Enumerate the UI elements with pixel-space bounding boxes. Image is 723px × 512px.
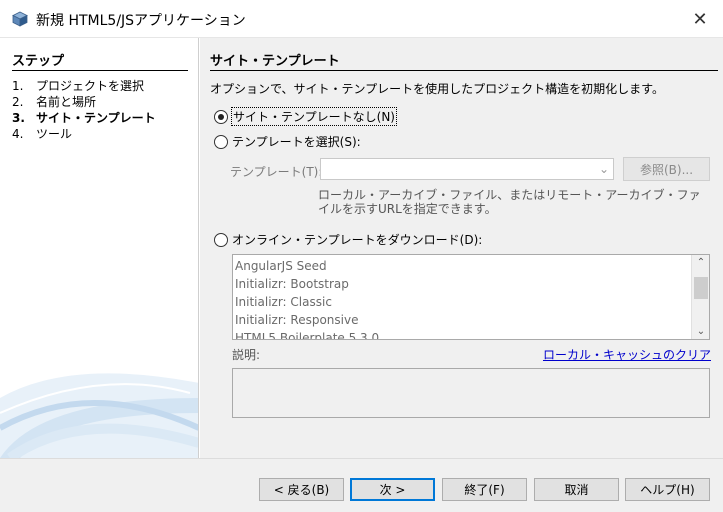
chevron-down-icon[interactable]: ⌄ bbox=[692, 326, 709, 337]
list-item[interactable]: Initializr: Responsive bbox=[233, 311, 689, 329]
list-item[interactable]: Initializr: Bootstrap bbox=[233, 275, 689, 293]
chevron-down-icon: ⌄ bbox=[598, 162, 609, 176]
close-icon: ✕ bbox=[692, 8, 708, 30]
list-item[interactable]: HTML5 Boilerplate 5.3.0 bbox=[233, 329, 689, 339]
radio-icon bbox=[214, 134, 228, 149]
description-box bbox=[232, 368, 710, 418]
steps-heading: ステップ bbox=[12, 50, 188, 71]
close-button[interactable]: ✕ bbox=[687, 6, 713, 32]
cancel-button[interactable]: 取消 bbox=[534, 478, 619, 501]
steps-list: 1. プロジェクトを選択 2. 名前と場所 3. サイト・テンプレート 4. ツール bbox=[12, 78, 156, 142]
decorative-swoosh bbox=[0, 373, 198, 458]
radio-icon bbox=[214, 109, 228, 124]
template-combobox[interactable]: ⌄ bbox=[320, 158, 614, 180]
chevron-up-icon[interactable]: ⌃ bbox=[692, 257, 709, 268]
step-item: 4. ツール bbox=[12, 127, 73, 141]
template-hint: ローカル・アーカイブ・ファイル、またはリモート・アーカイブ・ファイルを示すURL… bbox=[318, 188, 701, 216]
scrollbar-thumb[interactable] bbox=[694, 277, 708, 299]
list-item[interactable]: AngularJS Seed bbox=[233, 257, 689, 275]
next-button[interactable]: 次 > bbox=[350, 478, 435, 501]
list-item[interactable]: Initializr: Classic bbox=[233, 293, 689, 311]
radio-no-template[interactable]: サイト・テンプレートなし(N) bbox=[214, 107, 397, 126]
radio-select-template[interactable]: テンプレートを選択(S): bbox=[214, 133, 361, 150]
online-template-list[interactable]: AngularJS Seed Initializr: Bootstrap Ini… bbox=[232, 254, 710, 340]
browse-button[interactable]: 参照(B)... bbox=[623, 157, 710, 181]
radio-online-template[interactable]: オンライン・テンプレートをダウンロード(D): bbox=[214, 231, 482, 248]
section-description: オプションで、サイト・テンプレートを使用したプロジェクト構造を初期化します。 bbox=[210, 82, 664, 96]
title-bar: 新規 HTML5/JSアプリケーション ✕ bbox=[0, 0, 723, 38]
steps-panel: ステップ 1. プロジェクトを選択 2. 名前と場所 3. サイト・テンプレート 4.… bbox=[0, 38, 199, 458]
step-item: 1. プロジェクトを選択 bbox=[12, 79, 145, 93]
radio-icon bbox=[214, 232, 228, 247]
button-bar: < 戻る(B) 次 > 終了(F) 取消 ヘルプ(H) bbox=[0, 458, 723, 512]
step-item: 2. 名前と場所 bbox=[12, 95, 97, 109]
list-scrollbar[interactable]: ⌃ ⌄ bbox=[691, 255, 709, 339]
content-panel: サイト・テンプレート オプションで、サイト・テンプレートを使用したプロジェクト構… bbox=[200, 38, 723, 458]
section-title: サイト・テンプレート bbox=[210, 50, 718, 71]
finish-button[interactable]: 終了(F) bbox=[442, 478, 527, 501]
template-label: テンプレート(T): bbox=[230, 165, 323, 179]
description-label: 説明: bbox=[232, 348, 261, 362]
clear-cache-link[interactable]: ローカル・キャッシュのクリア bbox=[543, 346, 711, 363]
cube-icon bbox=[12, 11, 28, 27]
window-title: 新規 HTML5/JSアプリケーション bbox=[36, 13, 246, 29]
help-button[interactable]: ヘルプ(H) bbox=[625, 478, 710, 501]
back-button[interactable]: < 戻る(B) bbox=[259, 478, 344, 501]
step-item-current: 3. サイト・テンプレート bbox=[12, 111, 156, 125]
